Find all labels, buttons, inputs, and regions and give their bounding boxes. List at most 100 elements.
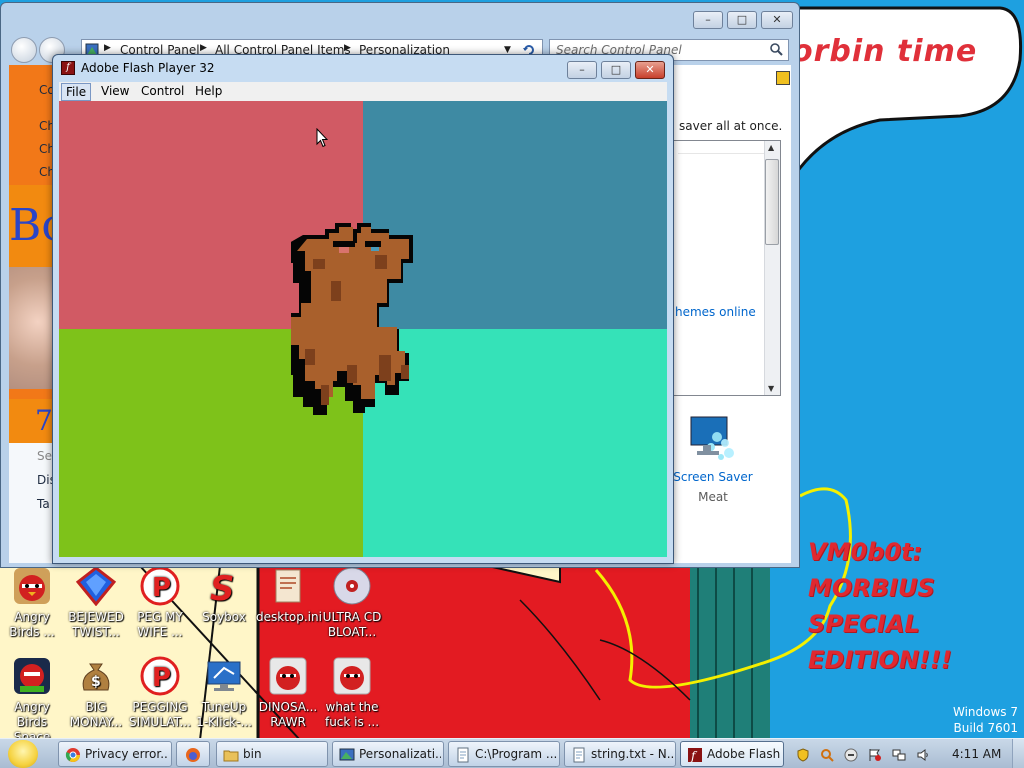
svg-text:P: P	[152, 663, 171, 693]
show-desktop-button[interactable]	[1012, 739, 1024, 768]
desktop-icon-pegging-simulator[interactable]: P PEGGING SIMULAT...	[128, 656, 192, 730]
get-more-themes-link[interactable]: hemes online	[675, 305, 756, 319]
left-pane: Co Ch Ch Ch Bo 7 Se Dis Ta	[9, 65, 57, 563]
taskbar-button-personalization[interactable]: Personalizati...	[332, 741, 444, 767]
scroll-down-icon[interactable]: ▼	[768, 384, 774, 393]
taskbar-label: Personalizati...	[359, 747, 441, 761]
icon-label: TWIST...	[72, 625, 120, 639]
icon-label: RAWR	[270, 715, 306, 729]
ini-file-icon	[275, 569, 301, 603]
see-also-link[interactable]: Ta	[37, 497, 50, 511]
icon-label: 1-Klick-...	[196, 715, 252, 729]
action-center-flag-icon[interactable]	[868, 748, 882, 762]
angry-birds-icon	[14, 568, 50, 604]
svg-text:$: $	[91, 674, 101, 690]
desktop-icon-dinosaur[interactable]: DINOSA... RAWR	[256, 656, 320, 730]
volume-icon[interactable]	[916, 748, 930, 762]
os-name: Windows 7	[952, 705, 1018, 719]
maximize-icon: □	[610, 63, 622, 76]
back-button[interactable]	[11, 37, 37, 63]
close-button[interactable]: ✕	[761, 11, 793, 29]
mouse-cursor	[316, 128, 328, 148]
desktop-icon-bejeweled[interactable]: BEJEWED TWIST...	[64, 566, 128, 640]
flash-titlebar[interactable]: f Adobe Flash Player 32 – □ ✕	[53, 55, 673, 81]
flash-player-window[interactable]: f Adobe Flash Player 32 – □ ✕ File View …	[52, 54, 674, 564]
icon-label: TuneUp	[201, 700, 247, 714]
control-panel-icon	[339, 748, 355, 761]
search-tray-icon[interactable]	[820, 748, 834, 762]
icon-label: WIFE ...	[137, 625, 183, 639]
system-clock[interactable]: 4:11 AM	[952, 747, 1001, 761]
theme-list[interactable]: ▲ ▼	[673, 140, 781, 396]
banner-photo	[9, 267, 57, 389]
maximize-icon: □	[736, 13, 748, 26]
icon-label: BIG	[85, 700, 107, 714]
taskbar-label: string.txt - N...	[591, 747, 673, 761]
desktop-icon-angry-birds[interactable]: Angry Birds ...	[0, 566, 64, 640]
desktop-icon-peg-my-wife[interactable]: P PEG MY WIFE ...	[128, 566, 192, 640]
icon-label: Angry	[14, 610, 50, 624]
taskbar-button-string-txt[interactable]: string.txt - N...	[564, 741, 676, 767]
help-icon[interactable]	[776, 71, 790, 85]
angry-birds-space-icon	[14, 658, 50, 694]
menu-help[interactable]: Help	[191, 83, 226, 101]
control-panel-titlebar[interactable]: – □ ✕	[1, 3, 799, 33]
screen-saver-icon[interactable]	[687, 413, 737, 463]
flash-stage[interactable]	[59, 101, 667, 557]
chicken-sprite	[291, 223, 413, 415]
taskbar-button-firefox[interactable]	[176, 741, 210, 767]
desktop-icon-soybox[interactable]: S Soybox	[192, 566, 256, 625]
windows-version-label: Windows 7 Build 7601	[953, 704, 1018, 736]
angry-bird-icon	[333, 657, 371, 695]
breadcrumb-arrow-icon[interactable]: ▶	[344, 43, 351, 53]
maximize-button[interactable]: □	[727, 11, 757, 29]
edition-line: SPECIAL	[808, 610, 920, 638]
desktop-icon-tuneup[interactable]: TuneUp 1-Klick-...	[192, 656, 256, 730]
divider	[678, 153, 764, 154]
taskbar-button-program-files[interactable]: C:\Program ...	[448, 741, 560, 767]
minimize-button[interactable]: –	[693, 11, 723, 29]
search-icon[interactable]	[769, 42, 783, 56]
taskbar-button-bin-folder[interactable]: bin	[216, 741, 328, 767]
taskbar-button-chrome[interactable]: Privacy error...	[58, 741, 172, 767]
close-icon: ✕	[772, 13, 782, 26]
edition-line: MORBIUS	[808, 574, 935, 602]
wallpaper-top-text: orbin time	[792, 34, 978, 69]
screen-saver-link[interactable]: Screen Saver	[673, 470, 753, 484]
see-also-section: Se Dis Ta	[9, 443, 57, 563]
icon-label: PEG MY	[137, 610, 183, 624]
scroll-up-icon[interactable]: ▲	[768, 143, 774, 152]
icon-label: PEGGING	[132, 700, 188, 714]
icon-label: desktop.ini	[256, 610, 322, 624]
window-title: Adobe Flash Player 32	[81, 61, 215, 75]
taskbar-label: C:\Program ...	[475, 747, 557, 761]
taskbar-button-flash-player[interactable]: f Adobe Flash...	[680, 741, 784, 767]
menu-bar: File View Control Help	[59, 82, 667, 101]
menu-view[interactable]: View	[97, 83, 133, 101]
maximize-button[interactable]: □	[601, 61, 631, 79]
soybox-icon: S	[210, 569, 235, 606]
minimize-button[interactable]: –	[567, 61, 597, 79]
icon-label: MONAY...	[69, 715, 123, 729]
desktop-icon-ultra-cd[interactable]: ULTRA CD BLOAT...	[320, 566, 384, 640]
desktop-icon-big-monay[interactable]: $ BIG MONAY...	[64, 656, 128, 730]
close-icon: ✕	[645, 63, 655, 76]
scrollbar-thumb[interactable]	[765, 159, 779, 245]
menu-control[interactable]: Control	[137, 83, 188, 101]
desktop-icon-angry-birds-space[interactable]: Angry Birds Space	[0, 656, 64, 745]
close-button[interactable]: ✕	[635, 61, 665, 79]
theme-list-scrollbar[interactable]: ▲ ▼	[764, 141, 780, 395]
desktop-icon-what-the[interactable]: what the fuck is ...	[320, 656, 384, 730]
taskbar-label: bin	[243, 747, 262, 761]
security-shield-icon[interactable]	[796, 748, 810, 762]
network-icon[interactable]	[892, 748, 906, 762]
menu-file[interactable]: File	[61, 83, 92, 101]
desktop-icon-desktop-ini[interactable]: desktop.ini	[256, 566, 322, 625]
start-button[interactable]	[8, 740, 38, 768]
breadcrumb-arrow-icon[interactable]: ▶	[200, 43, 207, 53]
minus-circle-icon[interactable]	[844, 748, 858, 762]
breadcrumb-arrow-icon[interactable]: ▶	[104, 43, 111, 53]
svg-text:S: S	[210, 569, 235, 606]
chrome-icon	[65, 748, 80, 762]
minimize-icon: –	[705, 13, 711, 26]
